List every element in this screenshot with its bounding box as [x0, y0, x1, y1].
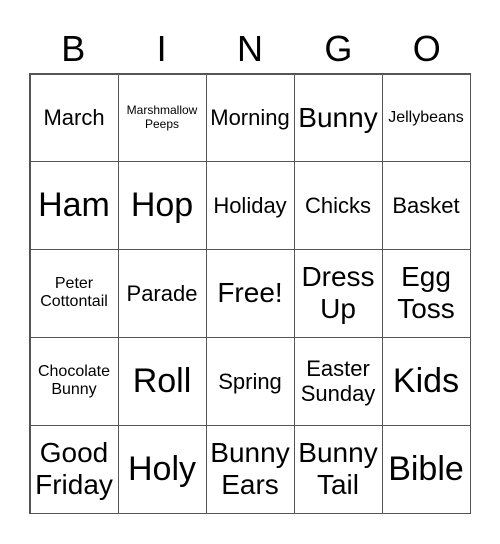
bingo-cell[interactable]: Peter Cottontail	[29, 249, 119, 338]
bingo-cell[interactable]: Kids	[381, 336, 471, 426]
bingo-cell[interactable]: Good Friday	[29, 424, 119, 514]
bingo-cell[interactable]: Bible	[381, 424, 471, 514]
bingo-board: March Marshmallow Peeps Morning Bunny Jellyb…	[29, 73, 471, 514]
bingo-cell[interactable]: Jellybeans	[381, 73, 471, 163]
bingo-cell[interactable]: March	[29, 73, 119, 163]
bingo-cell[interactable]: Parade	[117, 249, 207, 338]
header-letter-o: O	[412, 28, 441, 69]
bingo-cell[interactable]: Easter Sunday	[293, 336, 383, 426]
bingo-cell[interactable]: Bunny Tail	[293, 424, 383, 514]
header-letter-i: I	[156, 28, 167, 69]
bingo-cell[interactable]: Egg Toss	[381, 249, 471, 338]
bingo-cell[interactable]: Roll	[117, 336, 207, 426]
bingo-cell[interactable]: Dress Up	[293, 249, 383, 338]
bingo-cell[interactable]: Holiday	[205, 161, 295, 251]
bingo-cell[interactable]: Bunny	[293, 73, 383, 163]
bingo-cell[interactable]: Chicks	[293, 161, 383, 251]
header-letter-g: G	[324, 28, 353, 69]
bingo-cell[interactable]: Hop	[117, 161, 207, 251]
bingo-cell[interactable]: Holy	[117, 424, 207, 514]
bingo-cell[interactable]: Basket	[381, 161, 471, 251]
bingo-cell[interactable]: Spring	[205, 336, 295, 426]
bingo-cell[interactable]: Morning	[205, 73, 295, 163]
header-letter-n: N	[236, 28, 263, 69]
bingo-cell[interactable]: Bunny Ears	[205, 424, 295, 514]
bingo-cell[interactable]: Chocolate Bunny	[29, 336, 119, 426]
bingo-cell[interactable]: Marshmallow Peeps	[117, 73, 207, 163]
bingo-cell[interactable]: Ham	[29, 161, 119, 251]
bingo-cell[interactable]: Free!	[205, 249, 295, 338]
header-letter-b: B	[61, 28, 86, 69]
bingo-header: B I N G O	[29, 24, 471, 74]
